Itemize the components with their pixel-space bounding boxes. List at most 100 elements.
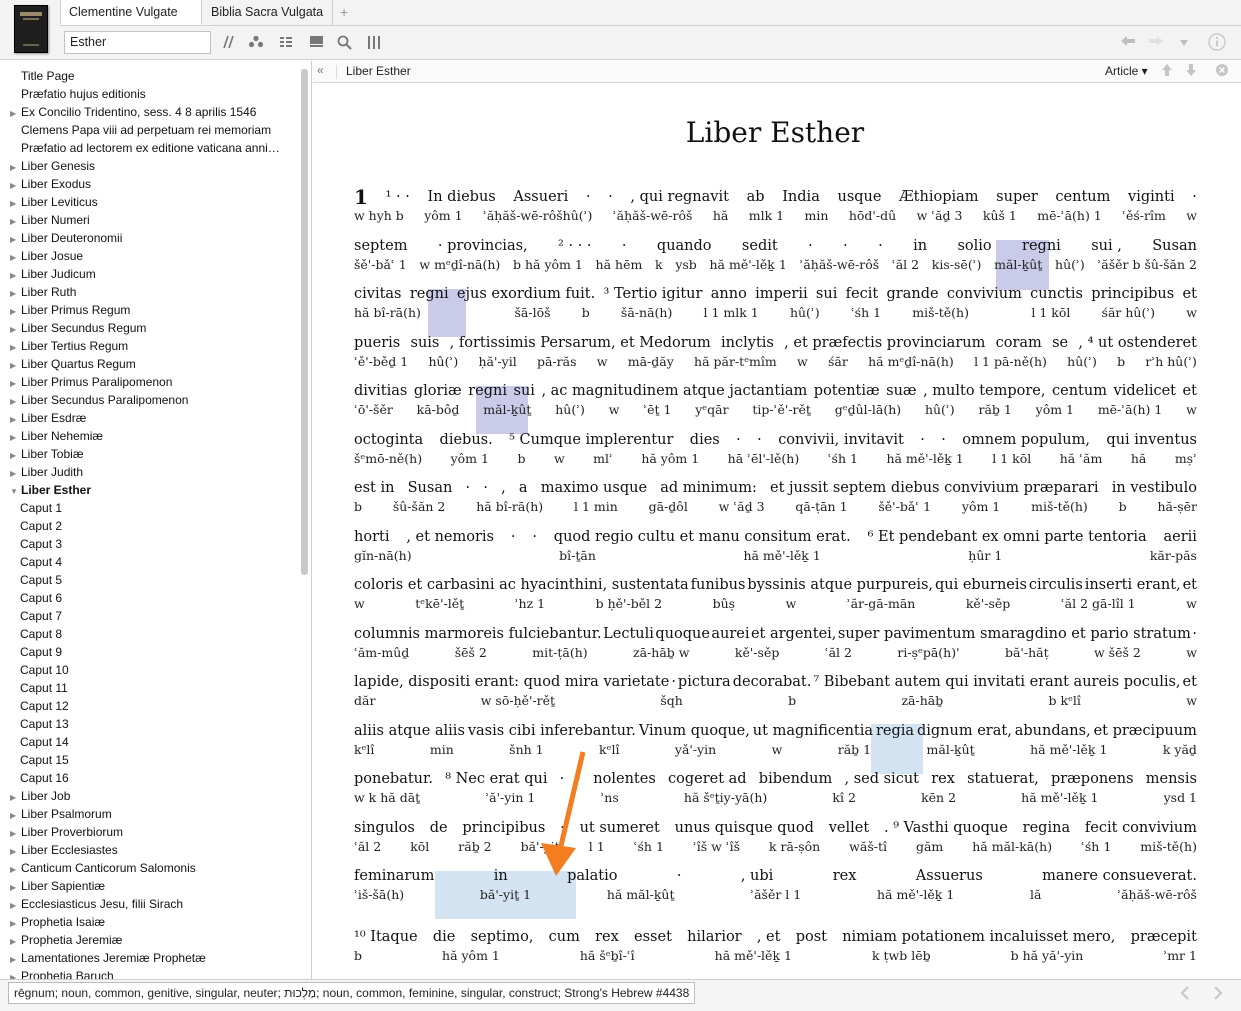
hebrew-word[interactable]: min: [805, 207, 829, 224]
latin-word[interactable]: · provincias,: [438, 237, 528, 256]
hebrew-word[interactable]: šě'-bǎʿ 1: [878, 498, 931, 515]
latin-word[interactable]: usque: [838, 188, 882, 207]
hebrew-word[interactable]: l 1: [589, 838, 605, 855]
dropdown-icon[interactable]: [1174, 33, 1194, 53]
hebrew-word[interactable]: k yăḏ: [1163, 741, 1197, 758]
hebrew-word[interactable]: hû(ʾ): [790, 304, 820, 321]
hebrew-word[interactable]: bûṣ: [713, 595, 735, 612]
hebrew-word[interactable]: l 1 pā-ně(h): [974, 353, 1047, 370]
latin-word[interactable]: ² · · ·: [558, 237, 591, 256]
latin-word[interactable]: maximo usque: [541, 479, 647, 498]
latin-word[interactable]: ·: [586, 188, 591, 207]
hebrew-word[interactable]: ʿăl 2: [825, 644, 852, 661]
latin-word[interactable]: ·: [677, 867, 682, 886]
latin-word[interactable]: principibus: [462, 819, 545, 838]
latin-word[interactable]: vasis cibi inferebantur.: [468, 722, 636, 741]
latin-word[interactable]: Susan: [408, 479, 453, 498]
hebrew-word[interactable]: qā-ṭān 1: [795, 498, 847, 515]
hebrew-word[interactable]: w k hă dāṯ: [354, 789, 420, 806]
latin-word[interactable]: et: [1183, 673, 1197, 692]
hebrew-word[interactable]: l 1 kōl: [1031, 304, 1070, 321]
hebrew-word[interactable]: răḇ 1: [838, 741, 871, 758]
latin-word[interactable]: Vinum quoque,: [639, 722, 750, 741]
latin-word[interactable]: fecit: [846, 285, 879, 304]
latin-word[interactable]: divitias: [354, 382, 407, 401]
latin-word[interactable]: cum: [549, 928, 580, 947]
latin-word[interactable]: dies: [690, 431, 720, 450]
latin-word[interactable]: , et præfectis provinciarum: [784, 334, 985, 353]
hebrew-word[interactable]: bă'-hăṭ: [1005, 644, 1049, 661]
hebrew-word[interactable]: ʿěś-rîm: [1122, 207, 1166, 224]
hebrew-word[interactable]: mit-ṭā(h): [532, 644, 587, 661]
back-arrow-icon[interactable]: [1118, 33, 1138, 53]
latin-word[interactable]: unus quisque quod: [675, 819, 814, 838]
sidebar-item[interactable]: ▶ Liber Secundus Regum: [10, 319, 146, 337]
latin-word[interactable]: ⁶ Et pendebant ex omni parte tentoria: [868, 528, 1147, 547]
latin-word[interactable]: circulis: [1029, 576, 1083, 595]
hebrew-word[interactable]: b: [1119, 498, 1127, 515]
latin-word[interactable]: qui eburneis: [935, 576, 1027, 595]
hebrew-word[interactable]: hă yôm 1: [442, 947, 500, 964]
hebrew-word[interactable]: ʾēṯ 1: [643, 401, 671, 418]
collapse-sidebar-button[interactable]: «: [317, 63, 324, 77]
latin-word[interactable]: centum: [1052, 382, 1107, 401]
latin-word[interactable]: ·: [576, 770, 581, 789]
hebrew-word[interactable]: b hă yă'-yin: [1011, 947, 1084, 964]
latin-word[interactable]: abundans,: [1015, 722, 1091, 741]
hebrew-word[interactable]: ḥûr 1: [968, 547, 1002, 564]
latin-word[interactable]: , ac magnitudinem atque jactantiam: [541, 382, 807, 401]
hebrew-word[interactable]: ʿě'-běḏ 1: [354, 353, 408, 370]
latin-word[interactable]: gloriæ: [414, 382, 462, 401]
hebrew-word[interactable]: răḇ 1: [978, 401, 1011, 418]
article-mode-dropdown[interactable]: Article ▾: [1105, 64, 1148, 78]
latin-word[interactable]: super pavimentum smaragdino et pario str…: [838, 625, 1191, 644]
hebrew-word[interactable]: k: [655, 256, 663, 273]
sidebar-item[interactable]: ▶ Liber Nehemiæ: [10, 427, 103, 445]
latin-word[interactable]: Assueri: [513, 188, 568, 207]
hebrew-word[interactable]: ʿăl 2: [354, 838, 381, 855]
latin-word[interactable]: ·: [757, 431, 762, 450]
latin-word[interactable]: in: [913, 237, 927, 256]
hebrew-word[interactable]: tᵉkē'-lěṯ: [415, 595, 464, 612]
hebrew-word[interactable]: ʾhz 1: [515, 595, 545, 612]
latin-word[interactable]: principibus: [1091, 285, 1174, 304]
latin-word[interactable]: Susan: [1152, 237, 1197, 256]
hebrew-word[interactable]: w: [1186, 304, 1197, 321]
hebrew-word[interactable]: hă mě'-lěḵ 1: [1030, 741, 1107, 758]
latin-word[interactable]: ·: [878, 237, 883, 256]
sidebar-item[interactable]: ▶ Liber Leviticus: [10, 193, 98, 211]
scroll-up-icon[interactable]: [1161, 63, 1173, 80]
latin-word[interactable]: ·: [532, 528, 537, 547]
sidebar-item[interactable]: ▶ Liber Ecclesiastes: [10, 841, 118, 859]
hebrew-word[interactable]: miš-tě(h): [1140, 838, 1197, 855]
latin-word[interactable]: horti: [354, 528, 389, 547]
hebrew-word[interactable]: hă mě'-lěḵ 1: [886, 450, 963, 467]
hebrew-word[interactable]: ri-ṣᵉpā(h)': [897, 644, 959, 661]
sidebar-item[interactable]: ▶ Prophetia Baruch: [10, 967, 114, 979]
latin-word[interactable]: centum: [1055, 188, 1110, 207]
sidebar-item[interactable]: Caput 5: [20, 571, 62, 589]
sidebar-item[interactable]: ▶ Liber Genesis: [10, 157, 95, 175]
hebrew-word[interactable]: hă bî-rā(h): [354, 304, 421, 321]
latin-word[interactable]: ·: [560, 770, 565, 789]
hebrew-word[interactable]: zā-hāḇ: [901, 692, 943, 709]
prev-chevron-icon[interactable]: [1180, 986, 1190, 1004]
latin-word[interactable]: coram: [996, 334, 1042, 353]
hebrew-word[interactable]: w: [1186, 644, 1197, 661]
sidebar-item[interactable]: ▶ Liber Proverbiorum: [10, 823, 123, 841]
latin-word[interactable]: ¹ · ·: [386, 188, 410, 207]
hebrew-word[interactable]: hā ʾēl'-lě(h): [728, 450, 800, 467]
latin-word[interactable]: Assuerus: [916, 867, 983, 886]
forward-arrow-icon[interactable]: [1146, 33, 1166, 53]
latin-word[interactable]: sui: [514, 382, 535, 401]
hebrew-word[interactable]: šᵉmō-ně(h): [354, 450, 422, 467]
latin-word[interactable]: se: [1052, 334, 1068, 353]
hebrew-word[interactable]: bă'-yiṯ: [521, 838, 560, 855]
search-input[interactable]: Esther: [64, 31, 211, 54]
sidebar-item[interactable]: ▶ Liber Judicum: [10, 265, 96, 283]
latin-word[interactable]: sedit: [742, 237, 778, 256]
latin-word[interactable]: bibendum: [759, 770, 833, 789]
hebrew-word[interactable]: hă mᵉḏî-nā(h): [868, 353, 954, 370]
sidebar-item[interactable]: Caput 4: [20, 553, 62, 571]
sidebar-item[interactable]: ▶ Liber Secundus Paralipomenon: [10, 391, 188, 409]
